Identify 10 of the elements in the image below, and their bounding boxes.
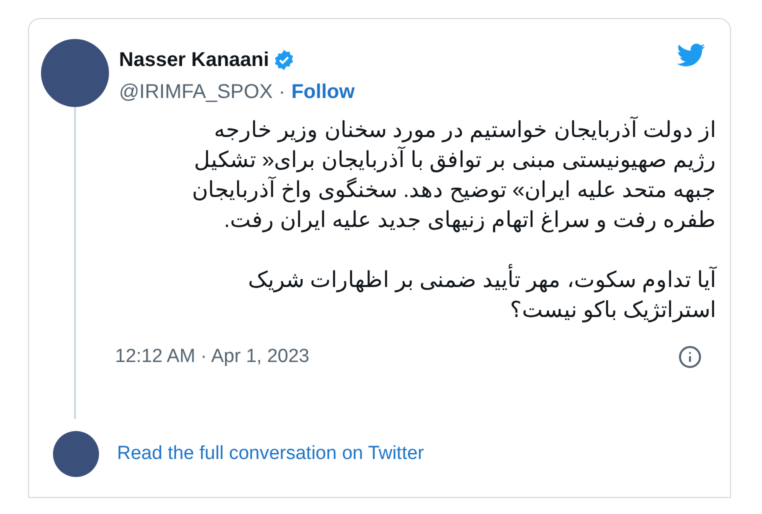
info-icon[interactable] [678, 345, 702, 370]
avatar[interactable] [53, 431, 99, 477]
tweet-paragraph: آیا تداوم سکوت، مهر تأیید ضمنی بر اظهارات شریک استراتژیک باکو نیست؟ [109, 265, 716, 325]
author-name[interactable]: Nasser Kanaani [119, 45, 270, 75]
author-handle[interactable]: @IRIMFA_SPOX [119, 77, 273, 107]
tweet-paragraph: از دولت آذربایجان خواستیم در مورد سخنان وزیر خارجه رژیم صهیونیستی مبنی بر توافق با آذربایجان برای« تشکیل جبهه متحد علیه ایران» توضیح دهد. سخنگوی واخ آذربایجان طفره رفت و سراغ اتهام زنیهای جدید علیه ایران رفت. [190, 115, 716, 234]
separator-dot: · [278, 80, 286, 105]
timestamp[interactable]: 12:12 AM · Apr 1, 2023 [115, 343, 310, 372]
conversation-link[interactable]: Read the full conversation on Twitter [117, 440, 424, 468]
follow-link[interactable]: Follow [291, 77, 355, 107]
